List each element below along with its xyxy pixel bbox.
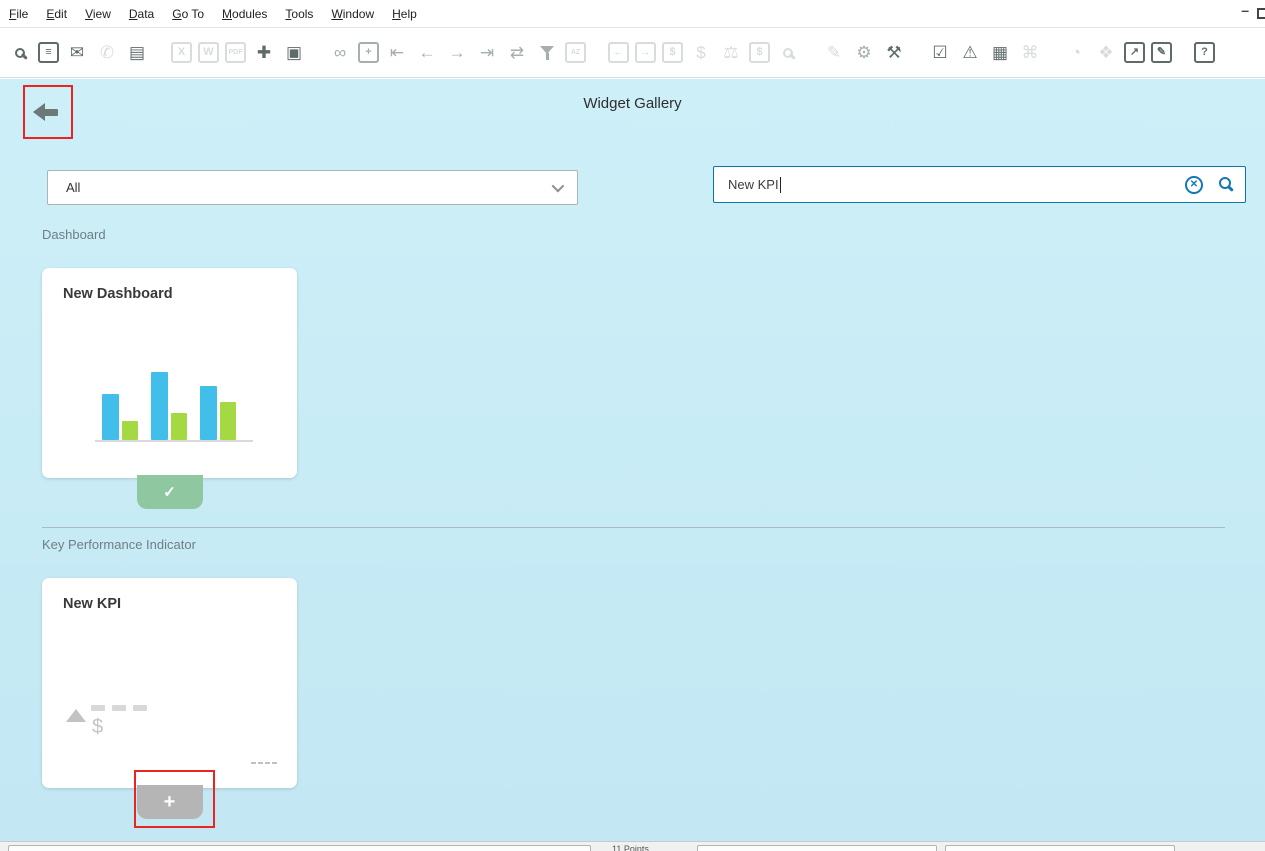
maximize-button[interactable] xyxy=(1257,8,1265,19)
alerts-icon[interactable]: ⚠ xyxy=(958,41,982,65)
toolbar: ≡✉✆▤XWPDF✚▣∞+⇤←→⇥⇄AZ←→$$⚖$✎⚙⚒☑⚠▦⌘◔❖↗✎? xyxy=(0,28,1265,78)
send-sms-icon: ✆ xyxy=(95,41,119,65)
calendar-icon[interactable]: ▦ xyxy=(988,41,1012,65)
chart-bar xyxy=(102,394,119,440)
payment-incoming-icon: ← xyxy=(608,42,629,63)
card-title: New KPI xyxy=(63,596,121,612)
form-settings-icon[interactable]: ⚙ xyxy=(852,41,876,65)
status-bar: 11 Points xyxy=(0,841,1265,851)
add-widget-button[interactable]: + xyxy=(137,785,203,819)
chevron-down-icon xyxy=(552,180,565,193)
card-title: New Dashboard xyxy=(63,286,173,302)
plus-icon: + xyxy=(164,791,176,814)
first-record-icon[interactable]: ⇤ xyxy=(385,41,409,65)
payment-means-icon: $ xyxy=(749,42,770,63)
chart-bar xyxy=(220,402,237,440)
volume-weight-icon: ⚖ xyxy=(719,41,743,65)
widget-gallery-page: Widget Gallery All New KPI ✕ Dashboard N… xyxy=(0,79,1265,841)
lock-screen-icon[interactable]: ▣ xyxy=(282,41,306,65)
chart-bar xyxy=(171,413,188,440)
share-screen-icon[interactable]: ↗ xyxy=(1124,42,1145,63)
section-label-kpi: Key Performance Indicator xyxy=(42,537,196,552)
status-field-3 xyxy=(945,845,1175,851)
kpi-placeholder-mini-dashes xyxy=(251,762,277,764)
price-lookup-icon xyxy=(776,41,800,65)
menu-item-go-to[interactable]: Go To xyxy=(163,7,213,21)
kpi-placeholder-dashes xyxy=(91,705,147,711)
chart-bar xyxy=(122,421,139,440)
menu-item-tools[interactable]: Tools xyxy=(276,7,322,21)
section-label-dashboard: Dashboard xyxy=(42,227,106,242)
search-input[interactable]: New KPI ✕ xyxy=(713,166,1246,203)
next-record-icon[interactable]: → xyxy=(445,41,469,65)
kpi-trend-arrow-icon xyxy=(66,709,86,722)
status-message-field xyxy=(8,845,591,851)
add-record-icon[interactable]: + xyxy=(358,42,379,63)
selected-check-badge[interactable]: ✓ xyxy=(137,475,203,509)
search-icon[interactable] xyxy=(1219,177,1231,192)
sort-icon: AZ xyxy=(565,42,586,63)
minimize-button[interactable]: – xyxy=(1241,2,1249,18)
status-center-text: 11 Points xyxy=(612,844,649,851)
menu-item-file[interactable]: File xyxy=(0,7,37,21)
menu-item-data[interactable]: Data xyxy=(120,7,163,21)
chart-bar xyxy=(200,386,217,440)
print-layout-icon[interactable]: ▤ xyxy=(125,41,149,65)
card-new-dashboard[interactable]: New Dashboard ✓ xyxy=(42,268,297,478)
help-icon[interactable]: ? xyxy=(1194,42,1215,63)
find-icon[interactable]: ∞ xyxy=(328,41,352,65)
approval-status-icon[interactable]: ☑ xyxy=(928,41,952,65)
chart-bar xyxy=(151,372,168,440)
export-excel-icon: X xyxy=(171,42,192,63)
send-email-icon[interactable]: ✉ xyxy=(65,41,89,65)
gross-profit-icon: $ xyxy=(662,42,683,63)
filter-icon[interactable] xyxy=(535,41,559,65)
bar-chart-thumbnail xyxy=(95,362,253,442)
org-chart-icon: ⌘ xyxy=(1018,41,1042,65)
dashboard-gauge-icon: ◔ xyxy=(1064,41,1088,65)
text-cursor xyxy=(780,177,781,193)
menu-bar: FileEditViewDataGo ToModulesToolsWindowH… xyxy=(0,0,1265,28)
menu-item-view[interactable]: View xyxy=(76,7,120,21)
menu-item-window[interactable]: Window xyxy=(322,7,383,21)
base-currency-icon: $ xyxy=(689,41,713,65)
export-pdf-icon: PDF xyxy=(225,42,246,63)
edit-icon: ✎ xyxy=(822,41,846,65)
customize-form-icon[interactable]: ⚒ xyxy=(882,41,906,65)
last-record-icon[interactable]: ⇥ xyxy=(475,41,499,65)
menu-item-modules[interactable]: Modules xyxy=(213,7,276,21)
export-word-icon: W xyxy=(198,42,219,63)
excel-report-icon[interactable]: ✎ xyxy=(1151,42,1172,63)
back-button-annotation xyxy=(23,85,73,139)
check-icon: ✓ xyxy=(163,483,176,501)
print-preview-icon[interactable] xyxy=(8,41,32,65)
payment-outgoing-icon: → xyxy=(635,42,656,63)
card-new-kpi[interactable]: New KPI $ + xyxy=(42,578,297,788)
clear-search-icon[interactable]: ✕ xyxy=(1185,176,1203,194)
dropdown-value: All xyxy=(66,180,80,195)
kpi-dollar-icon: $ xyxy=(92,716,103,739)
page-title: Widget Gallery xyxy=(0,95,1265,112)
pick-pack-icon: ❖ xyxy=(1094,41,1118,65)
previous-record-icon[interactable]: ← xyxy=(415,41,439,65)
menu-item-help[interactable]: Help xyxy=(383,7,426,21)
status-field-2 xyxy=(697,845,937,851)
search-value: New KPI xyxy=(728,177,779,192)
widget-type-dropdown[interactable]: All xyxy=(47,170,578,205)
section-divider xyxy=(42,527,1225,528)
menu-item-edit[interactable]: Edit xyxy=(37,7,76,21)
print-icon[interactable]: ≡ xyxy=(38,42,59,63)
refresh-record-icon[interactable]: ⇄ xyxy=(505,41,529,65)
move-icon[interactable]: ✚ xyxy=(252,41,276,65)
